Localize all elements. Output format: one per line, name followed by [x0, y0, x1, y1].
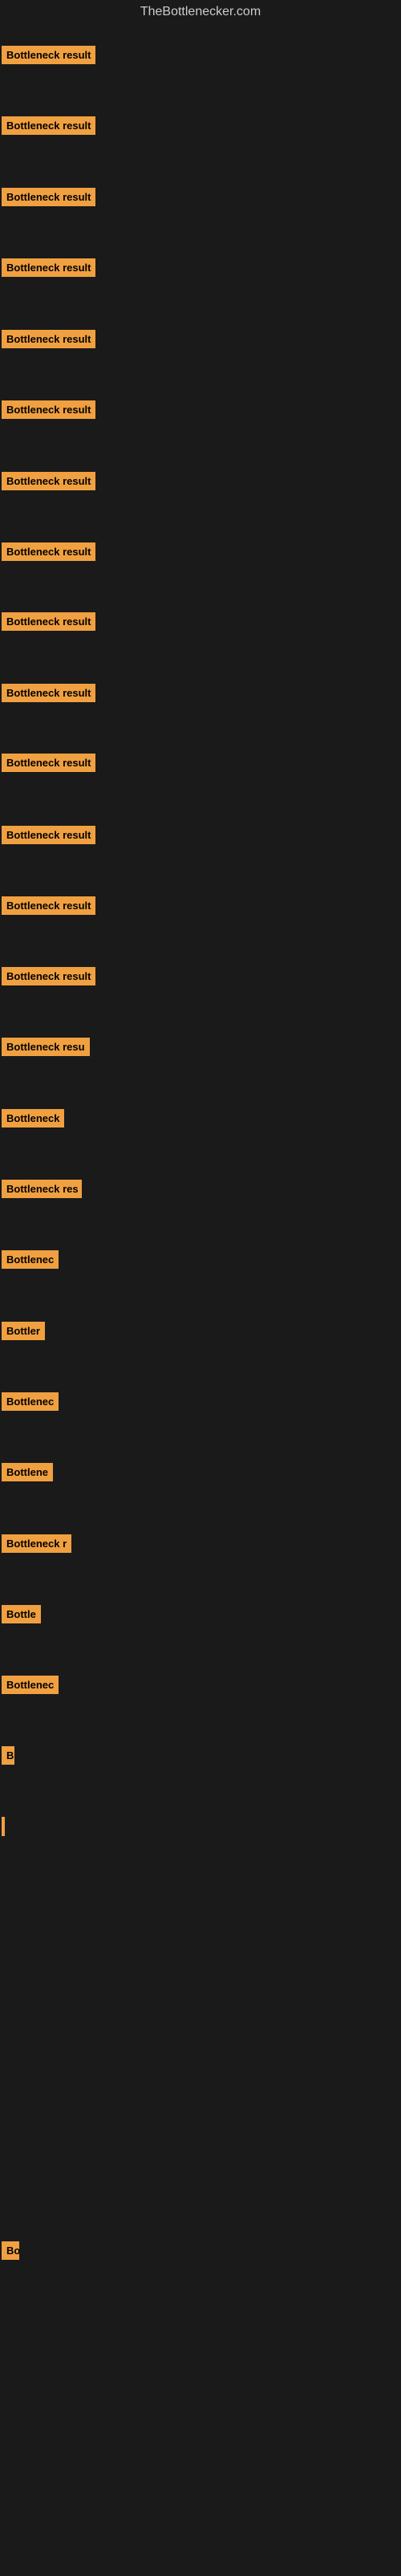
bottleneck-bar: Bottleneck result — [2, 46, 95, 64]
bottleneck-bar: Bottler — [2, 1322, 45, 1340]
bottleneck-bar: B — [2, 1746, 14, 1765]
bottleneck-bar-tiny — [2, 1817, 5, 1836]
bottleneck-bar: Bottleneck result — [2, 826, 95, 844]
bottleneck-bar: Bottlene — [2, 1463, 53, 1481]
bottleneck-bar: Bottlenec — [2, 1392, 59, 1411]
bottleneck-bar: Bottlenec — [2, 1676, 59, 1694]
site-title: TheBottlenecker.com — [140, 5, 261, 18]
bottleneck-bar: Bottleneck resu — [2, 1038, 90, 1056]
bottleneck-bar: Bottleneck result — [2, 188, 95, 206]
bottleneck-bar: Bottleneck result — [2, 684, 95, 702]
bottleneck-bar: Bottleneck result — [2, 612, 95, 631]
bottleneck-bar: Bottle — [2, 1605, 41, 1623]
bottleneck-bar: Bottleneck result — [2, 330, 95, 348]
site-title-container: TheBottlenecker.com — [0, 0, 401, 24]
bottleneck-bar: Bottleneck result — [2, 754, 95, 772]
bottleneck-bar: Bottleneck result — [2, 116, 95, 135]
bottleneck-bar: Bo — [2, 2241, 19, 2260]
bottleneck-bar: Bottleneck result — [2, 542, 95, 561]
bottleneck-bar: Bottleneck result — [2, 258, 95, 277]
bottleneck-bar: Bottleneck result — [2, 400, 95, 419]
bottleneck-bar: Bottleneck result — [2, 472, 95, 490]
bottleneck-bar: Bottleneck result — [2, 967, 95, 985]
bottleneck-bar: Bottleneck res — [2, 1180, 82, 1198]
bottleneck-bar: Bottlenec — [2, 1250, 59, 1269]
bottleneck-bar: Bottleneck — [2, 1109, 64, 1128]
bottleneck-bar: Bottleneck r — [2, 1534, 71, 1553]
bottleneck-bar: Bottleneck result — [2, 896, 95, 915]
bars-container: Bottleneck result Bottleneck result Bottle… — [0, 24, 401, 2576]
